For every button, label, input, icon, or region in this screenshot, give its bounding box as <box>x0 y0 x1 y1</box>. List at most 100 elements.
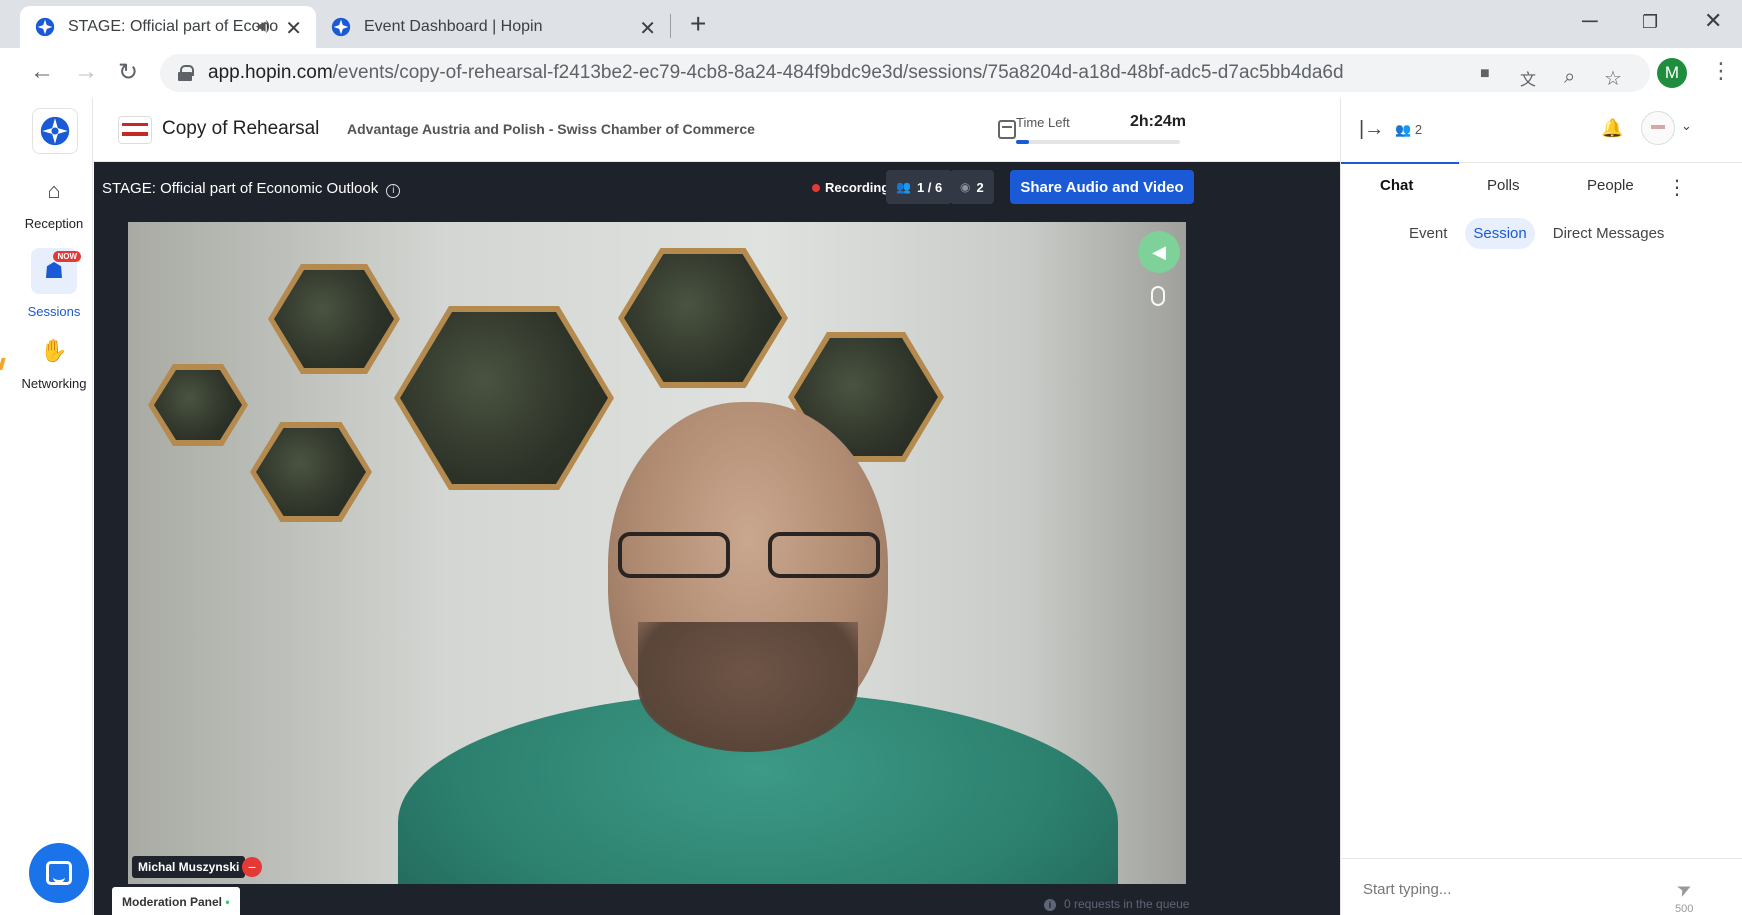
tab-mute-icon[interactable]: ◀) <box>256 18 270 34</box>
nav-item-sessions[interactable]: ☗ NOW Sessions <box>15 248 93 319</box>
left-navigation: ⌂ Reception ☗ NOW Sessions ✋ Networking <box>15 98 93 915</box>
tab-close-icon[interactable]: ✕ <box>639 16 656 41</box>
right-panel-header: |→ 👥 2 🔔 ⌄ <box>1341 98 1742 162</box>
nav-label: Sessions <box>27 304 81 319</box>
eye-icon: ◉ <box>960 180 971 194</box>
camera-icon[interactable]: ■ <box>1480 65 1490 83</box>
nav-label: Reception <box>24 216 84 231</box>
organizer-logo <box>118 116 152 144</box>
recording-label: Recording <box>825 180 890 195</box>
online-count-value: 2 <box>1414 122 1423 137</box>
reload-icon[interactable]: ↻ <box>118 58 138 87</box>
calendar-icon[interactable] <box>998 120 1016 139</box>
participants-pill[interactable]: 👥 1 / 6 <box>886 170 953 204</box>
status-dot-icon: • <box>225 895 230 909</box>
bookmark-star-icon[interactable]: ☆ <box>1604 66 1622 91</box>
now-badge: NOW <box>53 251 81 262</box>
nav-item-reception[interactable]: ⌂ Reception <box>15 178 93 231</box>
browser-menu-icon[interactable]: ⋮ <box>1710 58 1732 84</box>
speaker-name-tag: Michal Muszynski <box>132 856 246 878</box>
browser-tab-dashboard[interactable]: Event Dashboard | Hopin ✕ <box>316 6 670 48</box>
tab-separator <box>670 14 671 38</box>
microphone-icon[interactable] <box>1151 286 1165 306</box>
panel-tabs: Chat Polls People ⋮ <box>1341 162 1742 202</box>
char-limit: 500 <box>1675 903 1694 915</box>
queue-text: 0 requests in the queue <box>1064 897 1190 911</box>
restore-icon[interactable]: ❐ <box>1642 12 1658 33</box>
right-panel: |→ 👥 2 🔔 ⌄ Chat Polls People ⋮ Event Ses… <box>1340 98 1742 915</box>
new-tab-button[interactable]: + <box>690 10 706 38</box>
browser-tab-strip: STAGE: Official part of Econo ◀) ✕ Event… <box>0 0 1742 48</box>
translate-icon[interactable]: 文 <box>1520 66 1536 90</box>
browser-tab-stage[interactable]: STAGE: Official part of Econo ◀) ✕ <box>20 6 316 48</box>
tab-polls[interactable]: Polls <box>1487 177 1520 194</box>
info-icon[interactable]: i <box>386 184 401 198</box>
moderation-panel-tab[interactable]: Moderation Panel • <box>112 887 240 915</box>
user-avatar[interactable] <box>1641 111 1675 145</box>
chevron-down-icon[interactable]: ⌄ <box>1681 118 1692 134</box>
event-organizer: Advantage Austria and Polish - Swiss Cha… <box>347 121 755 137</box>
time-left-progress <box>1016 140 1180 144</box>
chat-input[interactable]: Start typing... ➤ 500 <box>1341 858 1742 915</box>
subtab-direct-messages[interactable]: Direct Messages <box>1545 218 1673 249</box>
nav-label: Networking <box>21 376 87 391</box>
chat-bubble-icon <box>46 861 72 885</box>
tab-people[interactable]: People <box>1587 177 1634 194</box>
support-chat-button[interactable] <box>29 843 89 903</box>
browser-toolbar: ← → ↻ app.hopin.com /events/copy-of-rehe… <box>0 48 1742 98</box>
lock-icon <box>178 65 194 81</box>
hopin-favicon-icon <box>331 17 351 37</box>
send-icon[interactable]: ➤ <box>1673 877 1696 902</box>
speaker-volume-button[interactable]: ◀ <box>1138 231 1180 273</box>
page-edge <box>0 98 15 915</box>
minimize-icon[interactable]: ─ <box>1582 8 1598 34</box>
tab-close-icon[interactable]: ✕ <box>285 16 302 41</box>
stage-title: STAGE: Official part of Economic Outlook… <box>102 180 401 198</box>
moderation-panel-label: Moderation Panel <box>122 895 223 909</box>
wall-decor <box>250 422 372 522</box>
wall-decor <box>268 264 400 374</box>
back-icon[interactable]: ← <box>30 58 54 86</box>
people-icon: 👥 <box>896 180 911 194</box>
subtab-session[interactable]: Session <box>1465 218 1535 249</box>
viewers-pill[interactable]: ◉ 2 <box>950 170 994 204</box>
profile-avatar[interactable]: M <box>1657 58 1687 88</box>
window-close-icon[interactable]: ✕ <box>1704 8 1722 34</box>
chat-subtabs: Event Session Direct Messages <box>1401 218 1672 249</box>
url-path: /events/copy-of-rehearsal-f2413be2-ec79-… <box>332 62 1344 83</box>
handshake-icon: ✋ <box>40 338 68 363</box>
speaker-beard <box>638 622 858 752</box>
queue-status: i 0 requests in the queue <box>1044 897 1189 911</box>
stage-title-text: STAGE: Official part of Economic Outlook <box>102 180 379 197</box>
notification-bell-icon[interactable]: 🔔 <box>1601 118 1623 139</box>
speaker-glasses <box>618 532 888 582</box>
event-name: Copy of Rehearsal <box>162 118 320 139</box>
panel-menu-icon[interactable]: ⋮ <box>1667 175 1687 200</box>
wall-decor <box>618 248 788 388</box>
address-bar[interactable]: app.hopin.com /events/copy-of-rehearsal-… <box>160 54 1650 92</box>
home-icon: ⌂ <box>47 178 61 203</box>
stage-area: STAGE: Official part of Economic Outlook… <box>94 162 1340 915</box>
hopin-logo-icon <box>40 116 70 146</box>
recording-dot-icon <box>812 184 820 192</box>
tab-title: STAGE: Official part of Econo <box>68 18 279 35</box>
subtab-event[interactable]: Event <box>1401 218 1455 249</box>
url-host: app.hopin.com <box>208 62 333 83</box>
wall-decor <box>394 306 614 490</box>
tab-chat[interactable]: Chat <box>1380 177 1413 194</box>
muted-icon: − <box>242 857 262 877</box>
zoom-icon[interactable]: ⌕ <box>1564 66 1575 89</box>
collapse-panel-icon[interactable]: |→ <box>1359 118 1384 141</box>
tab-title: Event Dashboard | Hopin <box>364 18 543 35</box>
participants-count: 1 / 6 <box>916 179 943 195</box>
hopin-logo[interactable] <box>32 108 78 154</box>
info-icon: i <box>1044 899 1056 911</box>
time-left-label: Time Left <box>1016 115 1070 130</box>
sessions-icon: ☗ NOW <box>31 248 81 294</box>
nav-item-networking[interactable]: ✋ Networking <box>15 338 93 391</box>
event-header: Copy of Rehearsal Advantage Austria and … <box>94 98 1340 162</box>
recording-indicator: Recording <box>812 180 889 195</box>
forward-icon[interactable]: → <box>74 58 98 86</box>
viewers-count: 2 <box>976 179 984 195</box>
share-audio-video-button[interactable]: Share Audio and Video <box>1010 170 1194 204</box>
